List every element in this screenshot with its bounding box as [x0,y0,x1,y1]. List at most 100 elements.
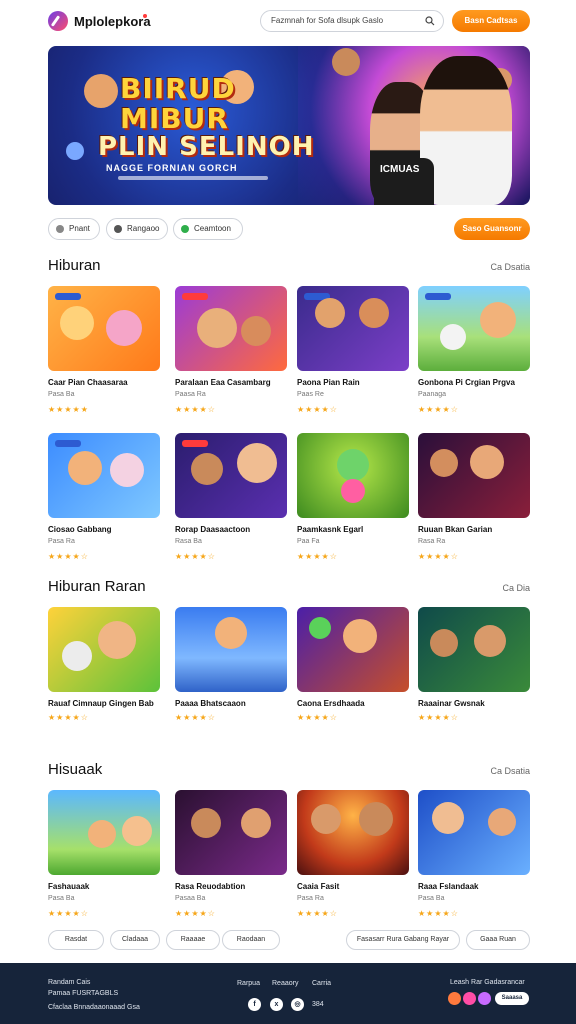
game-thumbnail[interactable] [418,607,530,692]
character-icon [337,449,369,481]
hero-cartoon-boy-icon [84,74,118,108]
character-icon [68,451,102,485]
character-icon [60,306,94,340]
game-thumbnail[interactable] [175,433,287,518]
star-rating: ★★★★★ [48,405,89,414]
thumbnail-badge [55,440,81,447]
thumbnail-badge [182,440,208,447]
footer-heading: Randam Cais [48,979,91,986]
footer-link[interactable]: Reaaory [272,980,298,987]
bottom-chip[interactable]: Fasasarr Rura Gabang Rayar [346,930,460,950]
game-thumbnail[interactable] [297,607,409,692]
game-thumbnail[interactable] [175,607,287,692]
brand-logo-icon[interactable] [48,11,68,31]
app-store-icon[interactable] [448,992,461,1005]
character-icon [311,804,341,834]
character-icon [122,816,152,846]
chip-icon [56,225,64,233]
play-store-icon[interactable] [463,992,476,1005]
game-thumbnail[interactable] [418,790,530,875]
bottom-chip[interactable]: Raaaae [166,930,220,950]
star-rating: ★★★★☆ [175,552,216,561]
filter-cta-button[interactable]: Saso Guansonr [454,218,530,240]
filter-chip-label: Ceamtoon [194,224,231,233]
character-icon [98,621,136,659]
search-bar[interactable]: Fazmnah for Sofa dlsupk Gaslo [260,10,444,32]
star-rating: ★★★★☆ [175,405,216,414]
game-thumbnail[interactable] [48,607,160,692]
search-input[interactable]: Fazmnah for Sofa dlsupk Gaslo [271,16,421,25]
section-see-all-link[interactable]: Ca Dsatia [490,766,530,776]
star-rating: ★★★★☆ [175,713,216,722]
brand-dot-icon [143,14,147,18]
app-icon[interactable] [478,992,491,1005]
game-subtitle: Pasa Ba [418,895,445,902]
game-thumbnail[interactable] [418,286,530,371]
game-subtitle: Pasaa Ba [175,895,206,902]
game-title: Paaaa Bhatscaaon [175,699,246,708]
game-thumbnail[interactable] [297,790,409,875]
search-icon[interactable] [425,16,435,26]
star-rating: ★★★★☆ [418,713,459,722]
social-x-icon[interactable]: x [270,998,283,1011]
star-rating: ★★★★☆ [48,713,89,722]
game-title: Raaa Fslandaak [418,882,479,891]
star-rating: ★★★★☆ [175,909,216,918]
footer-link[interactable]: Carria [312,980,331,987]
footer-link[interactable]: Rarpua [237,980,260,987]
section-title: Hiburan [48,257,101,274]
section-see-all-link[interactable]: Ca Dsatia [490,262,530,272]
game-subtitle: Pasa Ra [297,895,324,902]
hero-title-line2: MIBUR [120,102,229,135]
game-thumbnail[interactable] [175,286,287,371]
character-icon [480,302,516,338]
game-title: Gonbona Pi Crgian Prgva [418,378,515,387]
game-thumbnail[interactable] [48,790,160,875]
top-header: Mplolepkora Fazmnah for Sofa dlsupk Gasl… [0,0,576,42]
thumbnail-badge [55,293,81,300]
character-icon [474,625,506,657]
hero-banner[interactable]: ICMUAS BIIRUD MIBUR PLIN SELINOH NAGGE F… [48,46,530,205]
filter-chip-label: Pnant [69,224,90,233]
social-facebook-icon[interactable]: f [248,998,261,1011]
star-rating: ★★★★☆ [297,552,338,561]
character-icon [191,453,223,485]
character-icon [359,298,389,328]
star-rating: ★★★★☆ [297,713,338,722]
footer-download-button[interactable]: Saaasa [495,992,529,1005]
star-rating: ★★★★☆ [418,909,459,918]
game-thumbnail[interactable] [48,286,160,371]
character-icon [197,308,237,348]
chip-icon [114,225,122,233]
filter-chip-1[interactable]: Pnant [48,218,100,240]
game-subtitle: Paas Re [297,391,324,398]
header-cta-button[interactable]: Basn Cadtsas [452,10,530,32]
section-see-all-link[interactable]: Ca Dia [502,583,530,593]
star-rating: ★★★★☆ [418,405,459,414]
character-icon [359,802,393,836]
chip-icon [181,225,189,233]
bottom-chip[interactable]: Rasdat [48,930,104,950]
brand-name[interactable]: Mplolepkora [74,14,151,29]
game-thumbnail[interactable] [48,433,160,518]
game-thumbnail[interactable] [418,433,530,518]
game-title: Fashauaak [48,882,90,891]
game-thumbnail[interactable] [297,433,409,518]
star-rating: ★★★★☆ [48,552,89,561]
game-thumbnail[interactable] [175,790,287,875]
character-icon [440,324,466,350]
star-rating: ★★★★☆ [418,552,459,561]
filter-chip-3[interactable]: Ceamtoon [173,218,243,240]
game-subtitle: Pasa Ba [48,391,75,398]
game-title: Raaainar Gwsnak [418,699,485,708]
filter-chip-2[interactable]: Rangaoo [106,218,168,240]
bottom-chip[interactable]: Gaaa Ruan [466,930,530,950]
social-instagram-icon[interactable]: ◎ [291,998,304,1011]
game-title: Caona Ersdhaada [297,699,365,708]
game-title: Rorap Daasaactoon [175,525,251,534]
game-thumbnail[interactable] [297,286,409,371]
bottom-chip[interactable]: Raodaan [222,930,280,950]
footer-text: Cfaclaa Bnnadaaonaaad Gsa [48,1004,140,1011]
bottom-chip[interactable]: Cladaaa [110,930,160,950]
character-icon [488,808,516,836]
